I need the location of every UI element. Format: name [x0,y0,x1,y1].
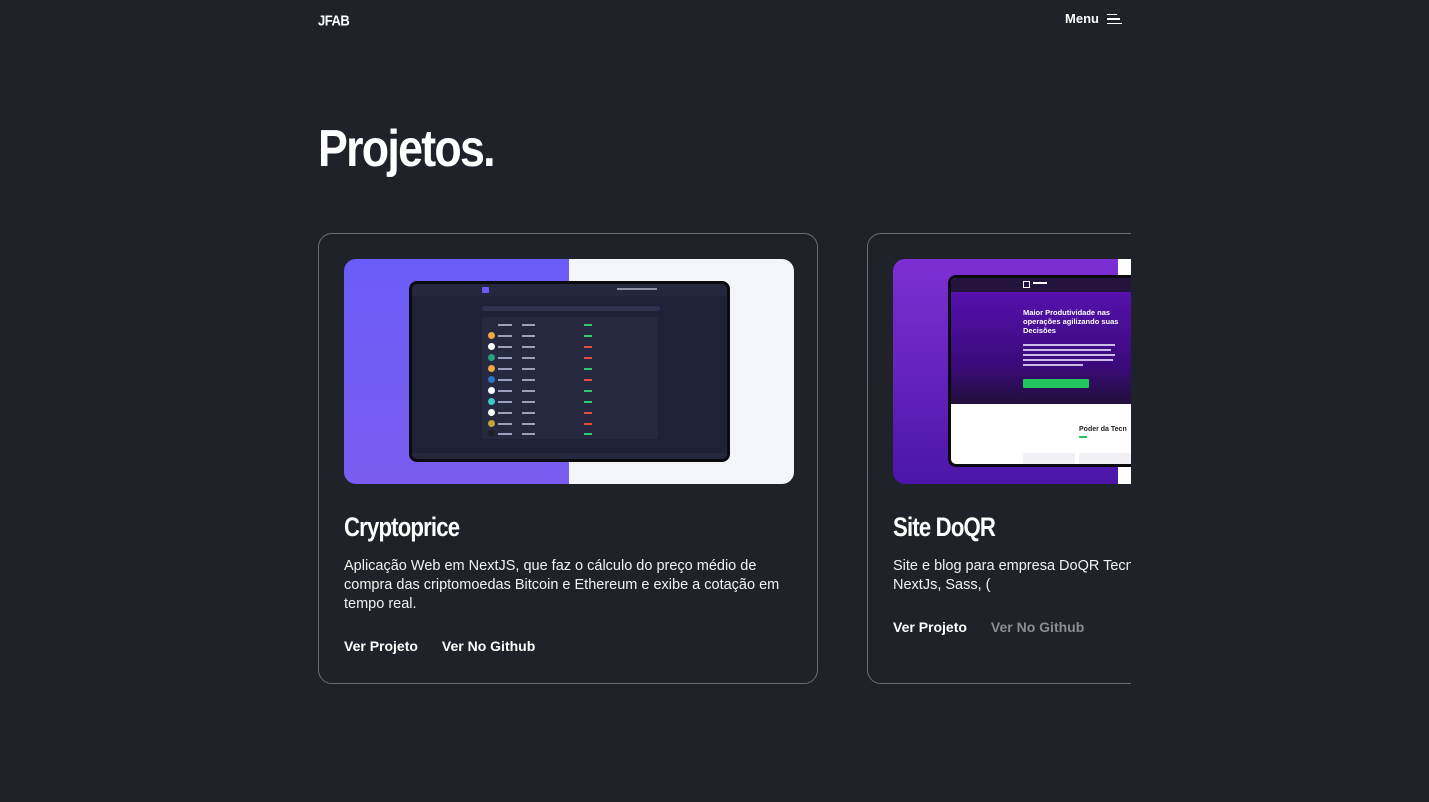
mockup-topbar [951,278,1131,292]
mockup-text-line [1023,364,1083,366]
mockup-logo-text [1033,282,1047,284]
mockup-row [488,387,652,395]
mockup-row [488,332,652,340]
mockup-row [488,420,652,428]
mockup-row [488,398,652,406]
project-links: Ver Projeto Ver No Github [893,619,1084,635]
project-card-site-doqr: Maior Produtividade nas operações agiliz… [867,233,1131,684]
mockup-text-line [1023,354,1115,356]
mockup-section-title: Poder da Tecn [1079,426,1127,433]
project-links: Ver Projeto Ver No Github [344,638,535,654]
mockup-feature-card [1023,453,1075,464]
mockup-search [482,306,660,311]
project-title: Cryptoprice [344,512,460,542]
project-thumbnail-site-doqr[interactable]: Maior Produtividade nas operações agiliz… [893,259,1131,484]
view-project-link[interactable]: Ver Projeto [893,619,967,635]
mockup-row [488,321,652,329]
mockup-topbar [412,284,727,296]
mockup-logo [482,287,489,293]
project-description: Aplicação Web em NextJS, que faz o cálcu… [344,558,780,612]
mockup-footer [412,453,727,459]
project-thumbnail-cryptoprice[interactable] [344,259,794,484]
mockup-row [488,343,652,351]
site-header: JFAB Menu [318,11,1122,33]
mockup-row [488,354,652,362]
project-description: Site e blog para empresa DoQR Tecno por … [893,558,1131,593]
projects-carousel[interactable]: Cryptoprice Aplicação Web em NextJS, que… [318,233,1131,693]
mockup-screen: Maior Produtividade nas operações agiliz… [951,278,1131,464]
mockup-row [488,365,652,373]
hamburger-menu-icon [1107,13,1122,25]
site-logo[interactable]: JFAB [318,12,350,29]
menu-button[interactable]: Menu [1065,11,1122,26]
project-card-cryptoprice: Cryptoprice Aplicação Web em NextJS, que… [318,233,818,684]
qr-logo-icon [1023,281,1030,288]
mockup-cta-button [1023,379,1089,388]
tablet-mockup [409,281,730,462]
view-github-link[interactable]: Ver No Github [991,619,1084,635]
project-title: Site DoQR [893,512,996,542]
mockup-screen [412,284,727,459]
view-project-link[interactable]: Ver Projeto [344,638,418,654]
view-github-link[interactable]: Ver No Github [442,638,535,654]
mockup-text-line [1023,344,1115,346]
mockup-hero: Maior Produtividade nas operações agiliz… [951,278,1131,404]
mockup-text-line [1023,349,1111,351]
mockup-table [482,317,658,439]
mockup-nav [617,288,657,290]
mockup-feature-card [1079,453,1131,464]
page-title: Projetos. [318,120,496,178]
mockup-hero-title: Maior Produtividade nas operações agiliz… [1023,308,1119,335]
menu-label: Menu [1065,11,1099,26]
mockup-underline [1079,436,1087,438]
mockup-row [488,376,652,384]
mockup-row [488,430,652,438]
tablet-mockup: Maior Produtividade nas operações agiliz… [948,275,1131,467]
mockup-text-line [1023,359,1113,361]
mockup-row [488,409,652,417]
